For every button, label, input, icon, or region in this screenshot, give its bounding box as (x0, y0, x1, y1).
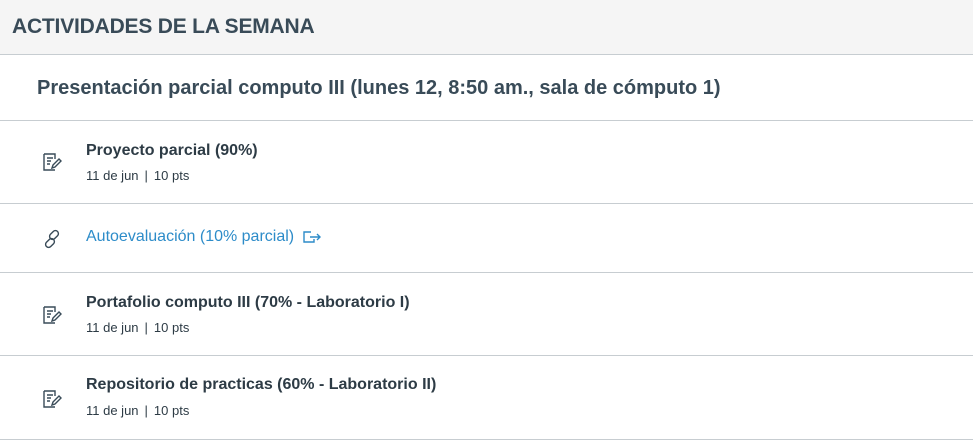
link-label[interactable]: Autoevaluación (10% parcial) (86, 228, 294, 246)
item-meta: 11 de jun | 10 pts (86, 320, 189, 335)
module-title: ACTIVIDADES DE LA SEMANA (12, 15, 315, 38)
module-item-assignment[interactable]: Repositorio de practicas (60% - Laborato… (0, 356, 973, 440)
assignment-icon (40, 150, 64, 174)
module-item-external-link[interactable]: Autoevaluación (10% parcial) (0, 204, 973, 273)
item-title[interactable]: Proyecto parcial (90%) (86, 142, 258, 160)
due-date: 11 de jun (86, 320, 139, 335)
points: 10 pts (153, 168, 190, 183)
due-date: 11 de jun (86, 403, 139, 418)
link-icon (40, 227, 64, 251)
module-item-assignment[interactable]: Portafolio computo III (70% - Laboratori… (0, 273, 973, 356)
item-title[interactable]: Portafolio computo III (70% - Laboratori… (86, 294, 410, 312)
meta-separator: | (144, 168, 148, 183)
assignment-icon (40, 387, 64, 411)
assignment-icon (40, 303, 64, 327)
meta-separator: | (144, 320, 148, 335)
subheader-title: Presentación parcial computo III (lunes … (37, 76, 721, 99)
external-link-title[interactable]: Autoevaluación (10% parcial) (86, 228, 322, 246)
points: 10 pts (153, 320, 190, 335)
module-header[interactable]: ACTIVIDADES DE LA SEMANA (0, 0, 973, 55)
points: 10 pts (153, 403, 190, 418)
due-date: 11 de jun (86, 168, 139, 183)
subheader-item: Presentación parcial computo III (lunes … (0, 56, 973, 121)
meta-separator: | (144, 403, 148, 418)
item-meta: 11 de jun | 10 pts (86, 168, 189, 183)
item-meta: 11 de jun | 10 pts (86, 403, 189, 418)
module-item-assignment[interactable]: Proyecto parcial (90%) 11 de jun | 10 pts (0, 121, 973, 204)
external-link-icon (302, 229, 322, 245)
item-title[interactable]: Repositorio de practicas (60% - Laborato… (86, 376, 436, 394)
